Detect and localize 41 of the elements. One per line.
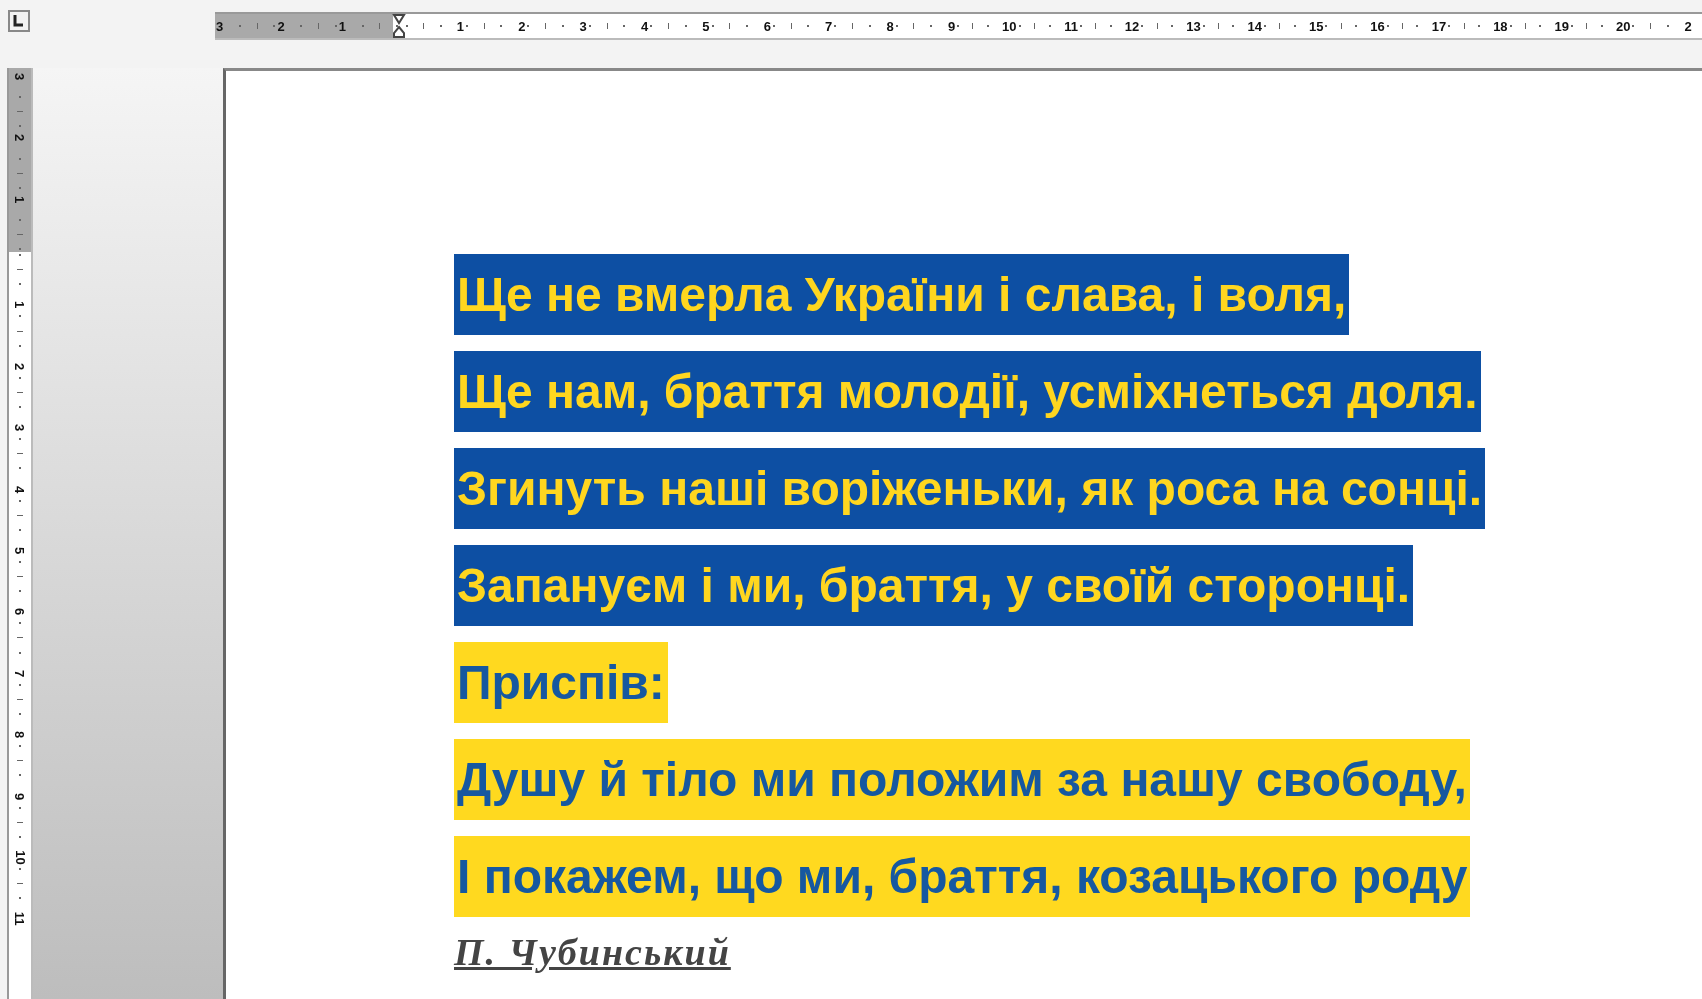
ruler-number: 20 xyxy=(1615,19,1631,33)
ruler-number: 3 xyxy=(13,72,27,81)
ruler-number: 4 xyxy=(13,485,27,493)
ruler-number: 9 xyxy=(947,19,956,33)
author-signature: П. Чубинський xyxy=(454,930,731,974)
ruler-number: 12 xyxy=(1124,19,1140,33)
ruler-number: 2 xyxy=(1684,19,1692,33)
ruler-number: 2 xyxy=(13,362,27,370)
ruler-number: 5 xyxy=(702,19,710,33)
ruler-number: 6 xyxy=(763,19,771,33)
ruler-number: 10 xyxy=(1002,19,1017,33)
ruler-number: 7 xyxy=(825,19,833,33)
ruler-number: 9 xyxy=(13,792,27,800)
ruler-number: 8 xyxy=(13,731,27,739)
ruler-number: 7 xyxy=(13,669,27,677)
ruler-number: 2 xyxy=(277,19,285,33)
tab-stop-icon[interactable] xyxy=(8,10,30,32)
ruler-number: 1 xyxy=(456,19,464,33)
ruler-number: 3 xyxy=(216,19,224,33)
ruler-number: 15 xyxy=(1308,19,1324,33)
ruler-number: 1 xyxy=(338,19,346,33)
ruler-number: 16 xyxy=(1370,19,1385,33)
ruler-number: 2 xyxy=(13,134,27,142)
ruler-number: 14 xyxy=(1247,19,1263,33)
ruler-number: 6 xyxy=(13,608,27,616)
indent-marker-icon[interactable] xyxy=(392,13,406,39)
ruler-number: 3 xyxy=(579,19,587,33)
ruler-number: 8 xyxy=(886,19,894,33)
ruler-number: 11 xyxy=(13,911,27,926)
ruler-number: 1 xyxy=(13,195,27,203)
ruler-number: 17 xyxy=(1431,19,1447,33)
ruler-number: 10 xyxy=(13,850,27,865)
ruler-number: 2 xyxy=(518,19,526,33)
ruler-number: 3 xyxy=(13,424,27,432)
ruler-number: 11 xyxy=(1064,19,1078,33)
ruler-number: 13 xyxy=(1186,19,1201,33)
ruler-number: 19 xyxy=(1554,19,1569,33)
ruler-number: 1 xyxy=(13,301,27,309)
ruler-number: 5 xyxy=(13,546,27,555)
ruler-number: 4 xyxy=(640,19,649,33)
ruler-number: 18 xyxy=(1493,19,1508,33)
